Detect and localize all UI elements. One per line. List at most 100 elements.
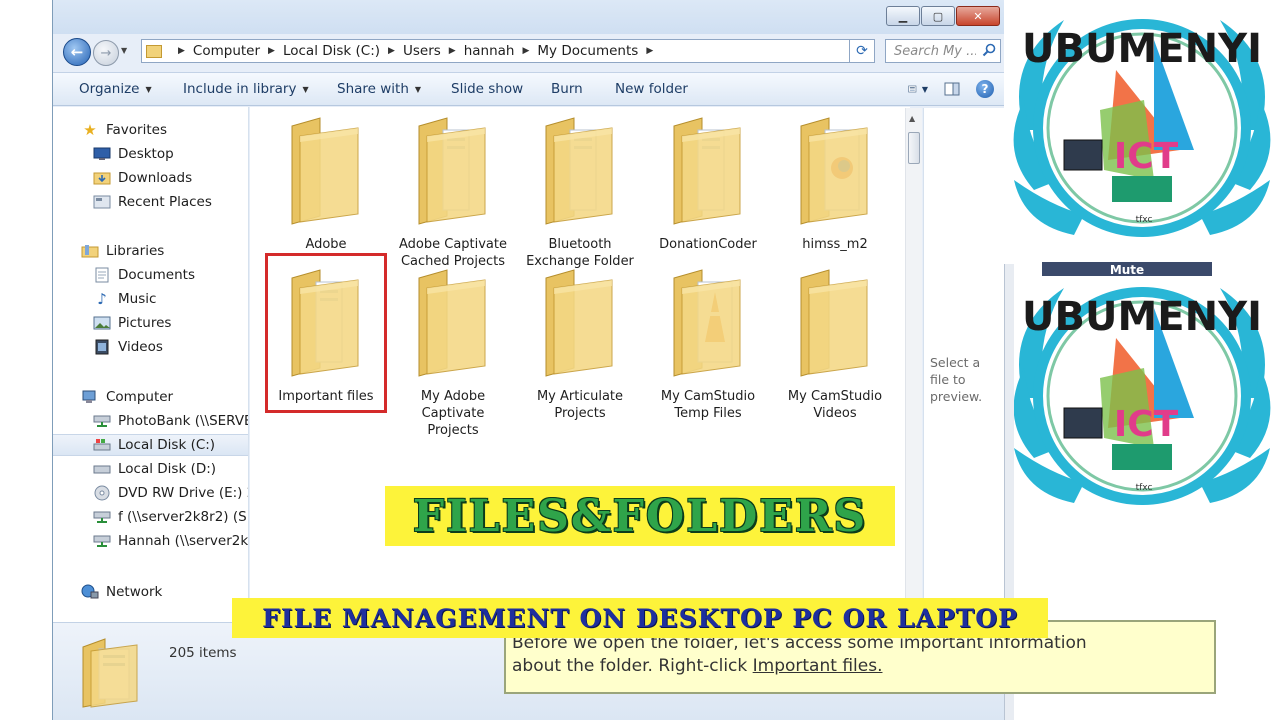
- folder-item[interactable]: My CamStudio Temp Files: [648, 268, 768, 422]
- organize-label: Organize: [79, 81, 140, 97]
- folder-label: Adobe Captivate Cached Projects: [393, 236, 513, 270]
- minimize-button[interactable]: ▁: [886, 6, 920, 26]
- folder-label-line: Adobe Captivate: [398, 237, 507, 252]
- nav-pictures[interactable]: Pictures: [53, 312, 248, 334]
- nav-network[interactable]: Network: [53, 581, 248, 603]
- document-icon: [93, 267, 111, 283]
- nav-favorites[interactable]: ★ Favorites: [53, 119, 248, 141]
- scroll-up-arrow[interactable]: ▲: [909, 114, 915, 123]
- folder-label: My Adobe Captivate Projects: [393, 388, 513, 439]
- include-label: Include in library: [183, 81, 297, 97]
- nav-label: Local Disk (D:): [118, 461, 217, 477]
- nav-local-disk-c[interactable]: Local Disk (C:): [53, 434, 248, 456]
- scroll-thumb[interactable]: [908, 132, 920, 164]
- chevron-right-icon[interactable]: ▶: [522, 46, 529, 56]
- new-folder-button[interactable]: New folder: [615, 81, 688, 97]
- address-bar[interactable]: ▶ Computer ▶ Local Disk (C:) ▶ Users ▶ h…: [141, 39, 871, 63]
- folder-item[interactable]: DonationCoder: [648, 116, 768, 253]
- nav-photobank[interactable]: PhotoBank (\\SERVER: [53, 410, 249, 432]
- callout-link: Important files.: [752, 656, 883, 676]
- burn-label: Burn: [551, 81, 583, 97]
- nav-desktop[interactable]: Desktop: [53, 143, 248, 165]
- callout-text: about the folder. Right-click: [512, 656, 753, 676]
- chevron-right-icon[interactable]: ▶: [449, 46, 456, 56]
- chevron-down-icon: ▼: [302, 84, 309, 94]
- preview-pane-button[interactable]: [942, 79, 962, 99]
- crumb-computer[interactable]: Computer: [193, 43, 260, 59]
- chevron-right-icon[interactable]: ▶: [388, 46, 395, 56]
- folder-label-line: Temp Files: [674, 406, 742, 421]
- folder-label: himss_m2: [775, 236, 895, 253]
- address-row: ← → ▼ ▶ Computer ▶ Local Disk (C:) ▶ Use…: [53, 34, 1004, 68]
- folder-item[interactable]: Bluetooth Exchange Folder: [520, 116, 640, 270]
- folder-label-line: Projects: [427, 423, 479, 438]
- folder-item[interactable]: My Articulate Projects: [520, 268, 640, 422]
- folder-item[interactable]: Adobe Captivate Cached Projects: [393, 116, 513, 270]
- forward-button[interactable]: →: [93, 40, 119, 66]
- folder-label: Important files: [266, 388, 386, 405]
- refresh-button[interactable]: ⟳: [849, 39, 875, 63]
- nav-music[interactable]: ♪ Music: [53, 288, 248, 310]
- nav-label: PhotoBank (\\SERVER: [118, 413, 249, 429]
- nav-documents[interactable]: Documents: [53, 264, 248, 286]
- nav-videos[interactable]: Videos: [53, 336, 248, 358]
- nav-label: Local Disk (C:): [118, 437, 216, 453]
- recent-pages-dropdown[interactable]: ▼: [121, 46, 127, 55]
- maximize-button[interactable]: ▢: [921, 6, 955, 26]
- crumb-my-documents[interactable]: My Documents: [537, 43, 638, 59]
- folder-label-line: Important files: [278, 389, 374, 404]
- slideshow-label: Slide show: [451, 81, 524, 97]
- nav-f-drive[interactable]: f (\\server2k8r2) (S:): [53, 506, 248, 528]
- nav-label: Pictures: [118, 315, 172, 331]
- share-label: Share with: [337, 81, 409, 97]
- nav-computer[interactable]: Computer: [53, 386, 248, 408]
- nav-hannah-drive[interactable]: Hannah (\\server2k8r: [53, 530, 249, 552]
- dvd-icon: [93, 485, 111, 501]
- logo-tag-text: tfxc: [1136, 215, 1153, 225]
- preview-hint: Select a file to preview.: [930, 355, 983, 404]
- slide-show-button[interactable]: Slide show: [451, 81, 523, 97]
- network-icon: [81, 584, 99, 600]
- nav-label: Downloads: [118, 170, 193, 186]
- nav-label: Hannah (\\server2k8r: [118, 533, 249, 549]
- mute-label[interactable]: Mute: [1042, 262, 1212, 276]
- crumb-local-disk[interactable]: Local Disk (C:): [283, 43, 380, 59]
- search-icon[interactable]: [982, 43, 996, 57]
- nav-downloads[interactable]: Downloads: [53, 167, 248, 189]
- folder-label: My CamStudio Temp Files: [648, 388, 768, 422]
- folder-label-line: My CamStudio: [787, 389, 883, 404]
- chevron-down-icon: ▼: [921, 84, 928, 94]
- include-in-library-button[interactable]: Include in library ▼: [183, 81, 309, 97]
- nav-recent-places[interactable]: Recent Places: [53, 191, 248, 213]
- chevron-down-icon: ▼: [414, 84, 422, 94]
- nav-local-disk-d[interactable]: Local Disk (D:): [53, 458, 248, 480]
- folder-item[interactable]: Important files: [266, 268, 386, 405]
- folder-item[interactable]: himss_m2: [775, 116, 895, 253]
- search-input[interactable]: [894, 43, 976, 59]
- help-icon[interactable]: ?: [976, 80, 994, 98]
- logo-brand-text: UBUMENYI: [1022, 26, 1262, 72]
- folder-item[interactable]: Adobe: [266, 116, 386, 253]
- share-with-button[interactable]: Share with ▼: [337, 81, 421, 97]
- organize-button[interactable]: Organize ▼: [79, 81, 152, 97]
- crumb-users[interactable]: Users: [403, 43, 441, 59]
- item-count: 205 items: [169, 645, 237, 661]
- chevron-right-icon[interactable]: ▶: [178, 46, 185, 56]
- chevron-right-icon[interactable]: ▶: [646, 46, 653, 56]
- burn-button[interactable]: Burn: [551, 81, 583, 97]
- vertical-scrollbar[interactable]: ▲: [905, 108, 922, 622]
- logo-brand-text: UBUMENYI: [1022, 294, 1262, 340]
- folder-item[interactable]: My Adobe Captivate Projects: [393, 268, 513, 439]
- chevron-right-icon[interactable]: ▶: [268, 46, 275, 56]
- nav-libraries[interactable]: Libraries: [53, 240, 248, 262]
- close-button[interactable]: ✕: [956, 6, 1000, 26]
- drive-icon: [93, 461, 111, 477]
- back-button[interactable]: ←: [63, 38, 91, 66]
- folder-item[interactable]: My CamStudio Videos: [775, 268, 895, 422]
- nav-dvd-drive[interactable]: DVD RW Drive (E:) 20(: [53, 482, 248, 504]
- crumb-hannah[interactable]: hannah: [464, 43, 515, 59]
- change-view-button[interactable]: ▼: [908, 79, 928, 99]
- arrow-right-icon: →: [100, 45, 112, 61]
- folder-icon: [291, 117, 359, 225]
- callout-line-2: about the folder. Right-click Important …: [512, 655, 1208, 678]
